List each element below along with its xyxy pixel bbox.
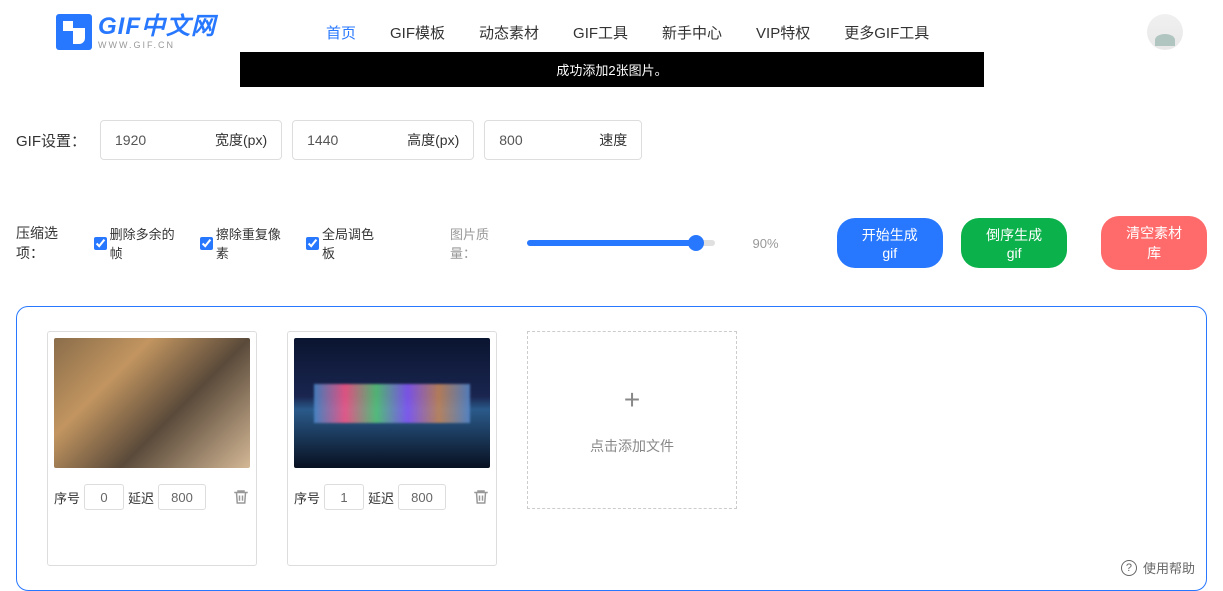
quality-slider[interactable] [527,240,715,246]
frame-controls: 序号 延迟 [54,484,250,510]
nav-vip[interactable]: VIP特权 [756,22,810,43]
delay-label: 延迟 [368,488,394,507]
quality-slider-thumb[interactable] [688,235,704,251]
speed-label: 速度 [599,130,627,150]
checkbox-remove-frames: 删除多余的帧 [94,224,182,262]
frame-thumbnail [294,338,490,468]
frame-card[interactable]: 序号 延迟 [287,331,497,566]
nav-assets[interactable]: 动态素材 [479,22,539,43]
order-label: 序号 [54,488,80,507]
delay-label: 延迟 [128,488,154,507]
frame-controls: 序号 延迟 [294,484,490,510]
width-input-group: 宽度(px) [100,120,282,160]
nav-newbie[interactable]: 新手中心 [662,22,722,43]
checkbox-erase-dup-label[interactable]: 擦除重复像素 [216,224,288,262]
checkbox-erase-dup-input[interactable] [200,237,213,250]
height-input[interactable] [307,132,387,148]
clear-library-button[interactable]: 清空素材库 [1101,216,1207,270]
order-label: 序号 [294,488,320,507]
settings-title: GIF设置： [16,130,86,151]
speed-input-group: 速度 [484,120,642,160]
logo-title: GIF中文网 [98,15,216,39]
trash-icon[interactable] [472,488,490,506]
nav-tools[interactable]: GIF工具 [573,22,628,43]
logo-icon [56,14,92,50]
frames-canvas: 序号 延迟 序号 延迟 + 点击添加文件 [16,306,1207,591]
checkbox-remove-frames-label[interactable]: 删除多余的帧 [110,224,182,262]
gif-settings-row: GIF设置： 宽度(px) 高度(px) 速度 [0,120,1223,160]
checkbox-erase-dup: 擦除重复像素 [200,224,288,262]
nav-more[interactable]: 更多GIF工具 [844,22,929,43]
height-label: 高度(px) [407,130,459,150]
checkbox-global-palette-label[interactable]: 全局调色板 [322,224,382,262]
compress-options-row: 压缩选项： 删除多余的帧 擦除重复像素 全局调色板 图片质量： 90% 开始生成… [0,216,1223,270]
add-file-label: 点击添加文件 [590,436,674,456]
compress-title: 压缩选项： [16,223,82,263]
frame-thumbnail [54,338,250,468]
toast-message: 成功添加2张图片。 [240,52,984,87]
order-input[interactable] [324,484,364,510]
checkbox-global-palette: 全局调色板 [306,224,382,262]
quality-value: 90% [753,236,779,251]
quality-label: 图片质量： [450,224,511,262]
plus-icon: + [624,384,640,416]
width-label: 宽度(px) [215,130,267,150]
nav-home[interactable]: 首页 [326,22,356,43]
speed-input[interactable] [499,132,579,148]
reverse-generate-button[interactable]: 倒序生成gif [961,218,1067,268]
logo-subtitle: WWW.GIF.CN [98,41,216,50]
nav-templates[interactable]: GIF模板 [390,22,445,43]
checkbox-global-palette-input[interactable] [306,237,319,250]
order-input[interactable] [84,484,124,510]
help-label: 使用帮助 [1143,558,1195,577]
frame-card[interactable]: 序号 延迟 [47,331,257,566]
width-input[interactable] [115,132,195,148]
delay-input[interactable] [158,484,206,510]
delay-input[interactable] [398,484,446,510]
start-generate-button[interactable]: 开始生成gif [837,218,943,268]
trash-icon[interactable] [232,488,250,506]
help-icon: ? [1121,560,1137,576]
checkbox-remove-frames-input[interactable] [94,237,107,250]
help-link[interactable]: ? 使用帮助 [1121,558,1195,577]
logo[interactable]: GIF中文网 WWW.GIF.CN [56,14,216,50]
add-file-card[interactable]: + 点击添加文件 [527,331,737,509]
quality-slider-fill [527,240,696,246]
nav: 首页 GIF模板 动态素材 GIF工具 新手中心 VIP特权 更多GIF工具 [326,22,929,43]
height-input-group: 高度(px) [292,120,474,160]
avatar[interactable] [1147,14,1183,50]
